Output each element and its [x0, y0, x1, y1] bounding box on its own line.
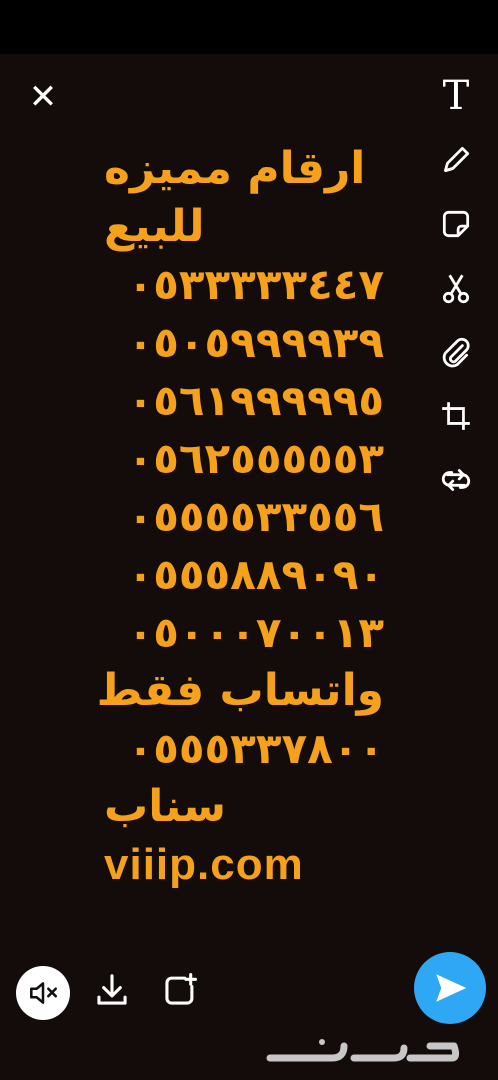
phone-number: ٠٥٠٥٩٩٩٩٣٩	[127, 318, 384, 367]
close-button[interactable]: ✕	[28, 80, 58, 114]
sticker-icon	[442, 210, 470, 238]
add-story-icon	[165, 973, 197, 1005]
phone-number: ٠٥٥٥٨٨٩٠٩٠	[127, 550, 384, 599]
caption-text[interactable]: ارقام مميزه للبيع ٠٥٣٣٣٣٣٤٤٧ ٠٥٠٥٩٩٩٩٣٩ …	[96, 140, 404, 894]
loop-tool-button[interactable]	[430, 458, 482, 502]
send-arrow-icon	[436, 974, 467, 1002]
phone-number: ٠٥٦١٩٩٩٩٩٥	[127, 376, 384, 425]
pencil-icon	[443, 146, 470, 173]
whatsapp-label: واتساب فقط	[96, 665, 384, 716]
editor-toolbar: T	[430, 74, 482, 522]
loop-icon	[441, 469, 471, 491]
scissors-tool-button[interactable]	[430, 266, 482, 310]
speaker-muted-icon	[30, 982, 58, 1004]
mute-button[interactable]	[16, 966, 70, 1020]
text-tool-icon: T	[442, 73, 470, 119]
attachment-tool-button[interactable]	[430, 330, 482, 374]
snap-label: سناب	[104, 781, 226, 832]
crop-icon	[442, 402, 470, 430]
add-to-story-button[interactable]	[160, 970, 200, 1010]
whatsapp-number: ٠٥٥٥٣٣٧٨٠٠	[127, 724, 384, 773]
crop-tool-button[interactable]	[430, 394, 482, 438]
send-button[interactable]	[414, 952, 486, 1024]
download-icon	[97, 974, 127, 1005]
scissors-icon	[442, 274, 470, 304]
caption-title-line-1: ارقام مميزه	[104, 143, 366, 194]
website-text: viiip.com	[104, 840, 304, 889]
phone-number: ٠٥٣٣٣٣٣٤٤٧	[127, 260, 384, 309]
draw-tool-button[interactable]	[430, 138, 482, 182]
phone-number: ٠٥٠٠٠٧٠٠١٣	[127, 608, 384, 657]
save-button[interactable]	[92, 970, 132, 1010]
text-tool-button[interactable]: T	[430, 74, 482, 118]
sticker-tool-button[interactable]	[430, 202, 482, 246]
haraj-watermark-logo	[266, 1039, 460, 1062]
phone-number: ٠٥٥٥٥٣٣٥٥٦	[127, 492, 384, 541]
caption-title-line-2: للبيع	[104, 201, 205, 252]
paperclip-icon	[442, 337, 470, 368]
phone-number: ٠٥٦٢٥٥٥٥٥٣	[127, 434, 384, 483]
bottom-bar	[0, 950, 498, 1040]
